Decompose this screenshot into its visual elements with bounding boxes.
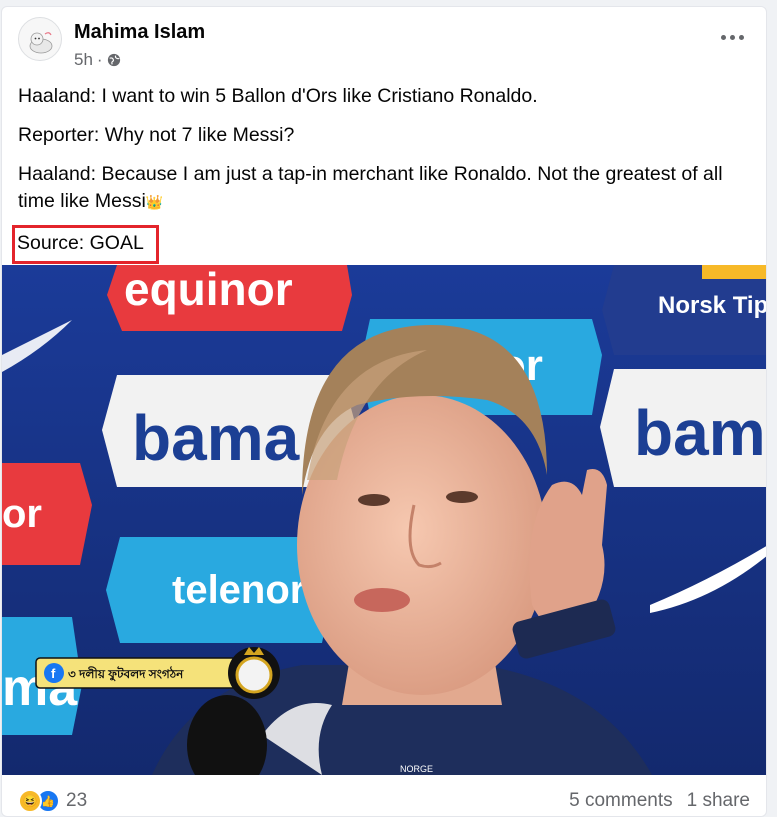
author-name[interactable]: Mahima Islam [74, 21, 205, 44]
post-photo[interactable]: equinor nor Norsk Tipp bama bam or [2, 265, 767, 775]
reaction-count[interactable]: 23 [66, 790, 87, 812]
globe-icon[interactable] [107, 53, 121, 67]
sponsor-board-bam: bam [600, 369, 766, 487]
haha-icon: 😆 [18, 789, 42, 813]
post-footer: 😆 👍 23 5 comments 1 share [18, 787, 750, 815]
avatar[interactable] [18, 17, 62, 61]
shirt-text: NORGE [400, 764, 433, 774]
photo-illustration: equinor nor Norsk Tipp bama bam or [2, 265, 767, 775]
comments-link[interactable]: 5 comments [569, 790, 672, 812]
sponsor-board-or: or [2, 463, 92, 565]
meta-separator: · [96, 50, 103, 69]
sponsor-board-norsk-tipp: Norsk Tipp [602, 265, 767, 355]
crown-emoji: 👑 [145, 194, 164, 210]
dot-icon [729, 34, 735, 40]
more-options-button[interactable] [714, 25, 750, 49]
avatar-image [29, 32, 53, 54]
post-line-3-text: Haaland: Because I am just a tap-in merc… [18, 163, 723, 212]
post-card: Mahima Islam 5h · Haaland: I want to win… [1, 6, 767, 817]
dot-icon [738, 34, 744, 40]
post-line-3: Haaland: Because I am just a tap-in merc… [18, 161, 748, 216]
post-meta: 5h · [74, 50, 121, 70]
dot-icon [720, 34, 726, 40]
sponsor-text-equinor: equinor [124, 265, 293, 315]
source-highlight-box: Source: GOAL [12, 225, 159, 264]
sponsor-text-or: or [2, 492, 42, 536]
post-line-2: Reporter: Why not 7 like Messi? [18, 124, 295, 146]
sponsor-text-bama: bama [132, 402, 300, 474]
sponsor-board-equinor: equinor [107, 265, 352, 331]
post-text: Haaland: I want to win 5 Ballon d'Ors li… [12, 83, 748, 276]
sponsor-text-bam: bam [634, 397, 766, 469]
post-source-line: Source: GOAL [12, 225, 748, 264]
sponsor-text-telenor: telenor [172, 568, 305, 612]
post-time[interactable]: 5h [74, 50, 93, 70]
post-source: Source: GOAL [17, 232, 144, 254]
reactions[interactable]: 😆 👍 23 [18, 789, 87, 813]
post-line-1: Haaland: I want to win 5 Ballon d'Ors li… [18, 85, 538, 107]
post-header: Mahima Islam 5h · [18, 17, 750, 70]
shares-link[interactable]: 1 share [687, 790, 750, 812]
sponsor-text-norsk-tipp: Norsk Tipp [658, 292, 767, 319]
svg-text:f: f [51, 666, 56, 681]
watermark-text: ৩ দলীয় ফুটবলদ সংগঠন [68, 666, 184, 683]
